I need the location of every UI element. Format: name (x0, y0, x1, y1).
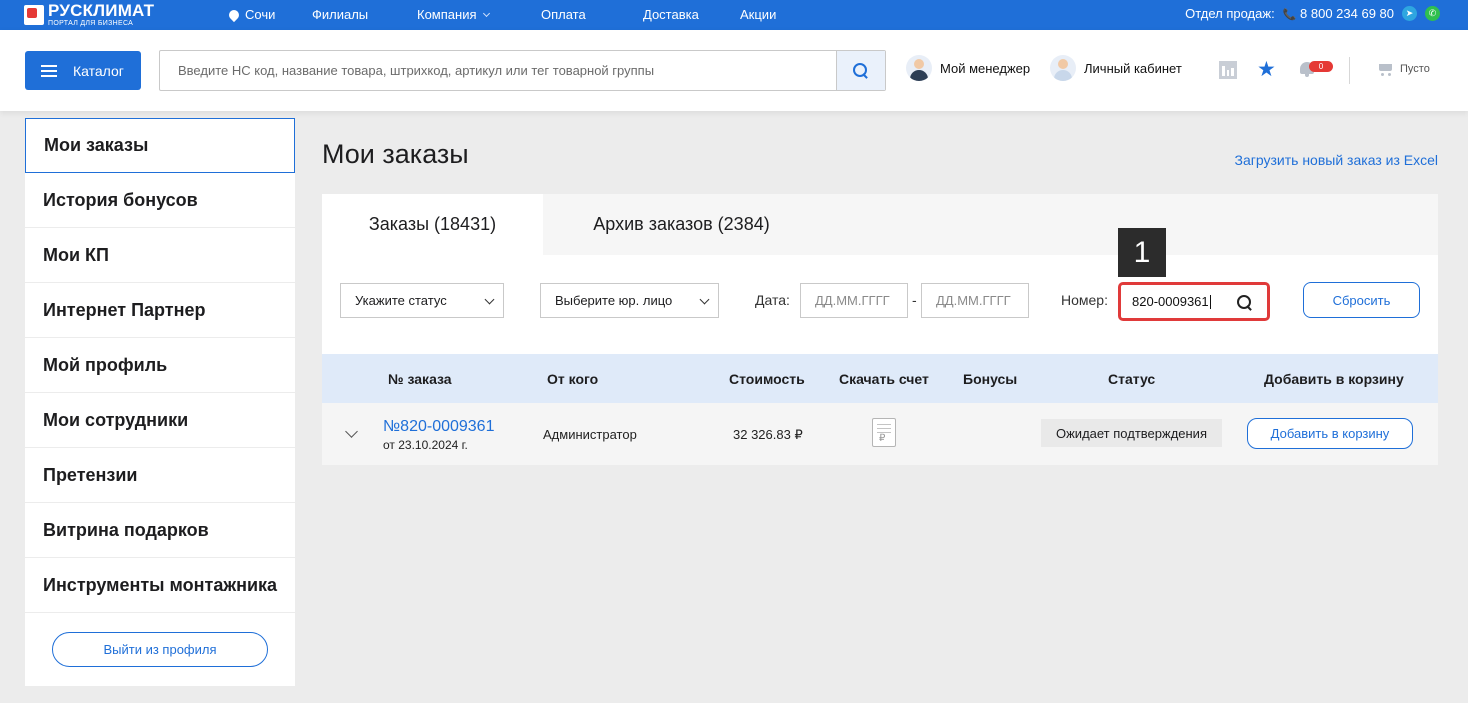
col-order-number: № заказа (388, 371, 452, 387)
sidebar-item-my-employees[interactable]: Мои сотрудники (25, 393, 295, 448)
date-from-field[interactable]: ДД.ММ.ГГГГ (800, 283, 908, 318)
status-select-label: Укажите статус (355, 293, 447, 308)
expand-chevron-icon[interactable] (345, 425, 358, 438)
legal-entity-select-label: Выберите юр. лицо (555, 293, 673, 308)
search-bar (159, 50, 886, 91)
search-button[interactable] (836, 51, 885, 90)
notifications-badge: 0 (1309, 61, 1333, 72)
reset-button[interactable]: Сбросить (1303, 282, 1420, 318)
filters-panel: Укажите статус Выберите юр. лицо Дата: Д… (322, 228, 1438, 354)
nav-company-label: Компания (417, 7, 477, 22)
col-download-invoice: Скачать счет (839, 371, 929, 387)
tab-archive[interactable]: Архив заказов (2384) (543, 194, 820, 255)
date-label: Дата: (755, 292, 790, 308)
catalog-label: Каталог (73, 62, 124, 79)
order-number-value: 820-0009361 (1132, 294, 1209, 309)
sales-contact: Отдел продаж: 📞 8 800 234 69 80 ➤ ✆ (1185, 6, 1440, 21)
sales-label: Отдел продаж: (1185, 6, 1275, 21)
sidebar-item-bonus-history[interactable]: История бонусов (25, 173, 295, 228)
chevron-down-icon (484, 294, 495, 305)
order-number-input[interactable]: 820-0009361 (1118, 282, 1270, 321)
phone-number: 8 800 234 69 80 (1300, 6, 1394, 21)
header-divider (1349, 57, 1350, 84)
order-date: от 23.10.2024 г. (383, 438, 468, 452)
logo[interactable]: РУСКЛИМАТ ПОРТАЛ ДЛЯ БИЗНЕСА (24, 2, 154, 27)
sidebar-item-my-profile[interactable]: Мой профиль (25, 338, 295, 393)
sidebar-item-gift-showcase[interactable]: Витрина подарков (25, 503, 295, 558)
my-manager-link[interactable]: Мой менеджер (906, 55, 1030, 81)
menu-icon (41, 64, 57, 77)
date-to-field[interactable]: ДД.ММ.ГГГГ (921, 283, 1029, 318)
upload-excel-link[interactable]: Загрузить новый заказ из Excel (1235, 152, 1438, 168)
cart-label: Пусто (1400, 63, 1430, 75)
telegram-icon[interactable]: ➤ (1402, 6, 1417, 21)
compare-button[interactable] (1219, 61, 1237, 79)
legal-entity-select[interactable]: Выберите юр. лицо (540, 283, 719, 318)
cart-icon (1377, 62, 1394, 76)
manager-avatar-icon (906, 55, 932, 81)
top-bar: РУСКЛИМАТ ПОРТАЛ ДЛЯ БИЗНЕСА Сочи Филиал… (0, 0, 1468, 30)
order-cost: 32 326.83 ₽ (733, 427, 803, 442)
sidebar-item-my-orders[interactable]: Мои заказы (25, 118, 295, 173)
chevron-down-icon (699, 294, 710, 305)
manager-label: Мой менеджер (940, 60, 1031, 76)
add-to-cart-button[interactable]: Добавить в корзину (1247, 418, 1413, 449)
city-label: Сочи (245, 7, 276, 22)
cabinet-label: Личный кабинет (1084, 60, 1182, 76)
user-avatar-icon (1050, 55, 1076, 81)
header: Каталог Мой менеджер Личный кабинет ★ 0 … (0, 30, 1468, 111)
phone-icon: 📞 (1282, 9, 1297, 21)
tab-orders[interactable]: Заказы (18431) (322, 194, 543, 255)
nav-payment[interactable]: Оплата (541, 7, 586, 22)
favorites-button[interactable]: ★ (1257, 58, 1276, 81)
status-select[interactable]: Укажите статус (340, 283, 504, 318)
order-number-link[interactable]: №820-0009361 (383, 418, 494, 436)
search-icon (853, 62, 869, 79)
col-cost: Стоимость (729, 371, 805, 387)
invoice-document-icon[interactable] (872, 418, 896, 447)
cart-button[interactable]: Пусто (1377, 62, 1430, 76)
location-pin-icon (226, 7, 242, 23)
whatsapp-icon[interactable]: ✆ (1425, 6, 1440, 21)
page-title: Мои заказы (322, 139, 469, 169)
logo-icon (24, 4, 44, 25)
number-label: Номер: (1061, 292, 1108, 308)
city-selector[interactable]: Сочи (226, 7, 276, 23)
col-status: Статус (1108, 371, 1156, 387)
catalog-button[interactable]: Каталог (25, 51, 141, 90)
logout-button[interactable]: Выйти из профиля (52, 632, 268, 667)
col-add-to-cart: Добавить в корзину (1264, 371, 1404, 387)
col-from: От кого (547, 371, 599, 387)
date-separator: - (912, 292, 917, 308)
chevron-down-icon (482, 9, 490, 18)
sales-phone[interactable]: 📞 8 800 234 69 80 (1283, 6, 1394, 21)
star-icon: ★ (1257, 58, 1276, 81)
search-input[interactable] (160, 51, 837, 90)
sidebar-item-internet-partner[interactable]: Интернет Партнер (25, 283, 295, 338)
status-badge: Ожидает подтверждения (1041, 419, 1222, 447)
nav-branches[interactable]: Филиалы (312, 7, 368, 22)
nav-promotions[interactable]: Акции (740, 7, 776, 22)
logo-name: РУСКЛИМАТ (48, 1, 155, 20)
table-row: №820-0009361 от 23.10.2024 г. Администра… (322, 403, 1438, 465)
nav-company[interactable]: Компания (417, 7, 490, 22)
account-sidebar: Мои заказы История бонусов Мои КП Интерн… (25, 118, 295, 686)
orders-table-header: № заказа От кого Стоимость Скачать счет … (322, 354, 1438, 403)
order-from: Администратор (543, 427, 637, 442)
sidebar-item-claims[interactable]: Претензии (25, 448, 295, 503)
step-callout: 1 (1118, 228, 1166, 277)
nav-delivery[interactable]: Доставка (643, 7, 699, 22)
sidebar-item-my-quotes[interactable]: Мои КП (25, 228, 295, 283)
orders-tabs: Заказы (18431) Архив заказов (2384) (322, 194, 1438, 255)
chart-bars-icon (1219, 61, 1237, 79)
search-icon[interactable] (1237, 295, 1253, 311)
logo-subtitle: ПОРТАЛ ДЛЯ БИЗНЕСА (48, 20, 134, 27)
col-bonuses: Бонусы (963, 371, 1018, 387)
sidebar-item-installer-tools[interactable]: Инструменты монтажника (25, 558, 295, 613)
personal-cabinet-link[interactable]: Личный кабинет (1050, 55, 1182, 81)
text-cursor (1209, 294, 1211, 309)
